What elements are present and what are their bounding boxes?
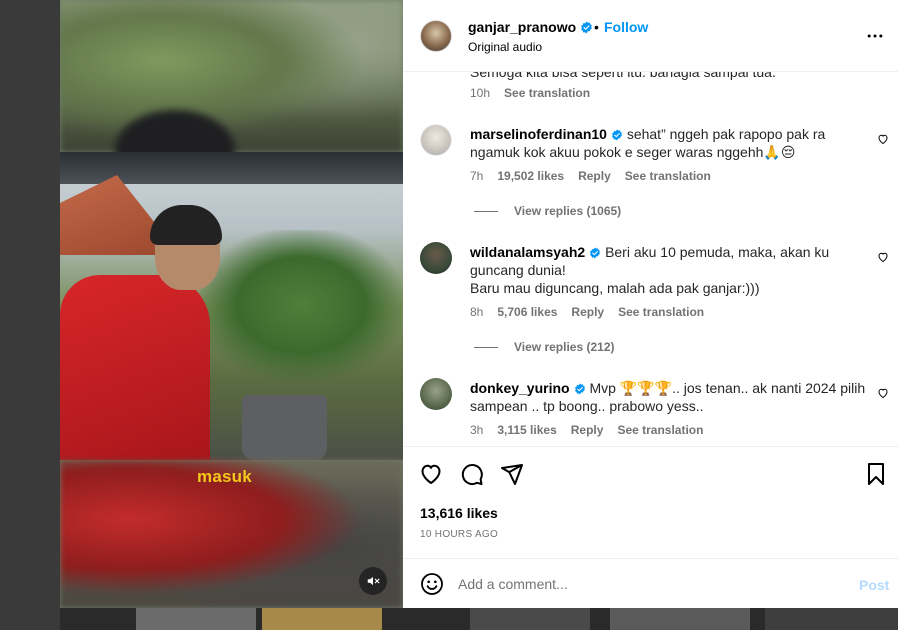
comment-username[interactable]: donkey_yurino	[470, 380, 570, 396]
comment-text: ngamuk kok akuu pokok e seger waras ngge…	[470, 144, 796, 160]
view-replies-button[interactable]: View replies (212)	[474, 340, 615, 354]
comment-time: 7h	[470, 169, 484, 183]
audio-label[interactable]: Original audio	[468, 40, 542, 54]
backdrop-thumb	[610, 608, 750, 630]
post-username-text[interactable]: ganjar_pranowo	[468, 19, 576, 35]
video-frame-top	[60, 0, 403, 152]
clipped-comment-meta: 10h See translation	[470, 86, 604, 100]
heart-icon[interactable]	[877, 251, 889, 263]
comment-body: marselinoferdinan10 sehat” nggeh pak rap…	[470, 125, 870, 161]
backdrop-thumb	[765, 608, 898, 630]
separator-dot: •	[594, 19, 599, 35]
comment-body: donkey_yurino Mvp 🏆🏆🏆.. jos tenan.. ak n…	[470, 379, 870, 415]
comment-username[interactable]: wildanalamsyah2	[470, 244, 585, 260]
comment-meta: 7h 19,502 likes Reply See translation	[470, 169, 725, 183]
post-timestamp: 10 HOURS AGO	[420, 529, 499, 540]
post-likes[interactable]: 13,616 likes	[420, 505, 498, 521]
backdrop-thumb	[470, 608, 590, 630]
comments-list[interactable]: Semoga kita bisa seperti itu. bahagia sa…	[403, 72, 898, 446]
backdrop-thumb	[262, 608, 382, 630]
backdrop-thumb	[136, 608, 256, 630]
comment-meta: 8h 5,706 likes Reply See translation	[470, 305, 718, 319]
post-header: ganjar_pranowo • Follow Original audio	[403, 0, 898, 72]
see-translation-link[interactable]: See translation	[618, 305, 704, 319]
comment-time: 3h	[470, 423, 484, 437]
replies-line	[474, 211, 498, 213]
reply-button[interactable]: Reply	[571, 305, 604, 319]
comment-composer: Post	[403, 558, 898, 608]
comment-time: 8h	[470, 305, 484, 319]
view-replies-label[interactable]: View replies (1065)	[514, 204, 621, 218]
comment-text: Baru mau diguncang, malah ada pak ganjar…	[470, 280, 760, 296]
reel-video[interactable]: masuk	[60, 0, 403, 608]
video-caption: masuk	[197, 467, 252, 486]
mute-icon	[367, 576, 380, 586]
heart-icon[interactable]	[877, 387, 889, 399]
comment-text: guncang dunia!	[470, 262, 566, 278]
see-translation-link[interactable]: See translation	[617, 423, 703, 437]
verified-badge-icon	[574, 383, 585, 395]
more-options-icon[interactable]	[865, 26, 885, 46]
video-person-jacket	[60, 275, 210, 460]
clipped-comment-text: Semoga kita bisa seperti itu. bahagia sa…	[470, 72, 776, 80]
heart-icon[interactable]	[877, 133, 889, 145]
video-pot	[242, 395, 327, 460]
post-actions: 13,616 likes 10 HOURS AGO	[403, 446, 898, 558]
emoji-icon[interactable]	[420, 572, 444, 596]
comment-username[interactable]: marselinoferdinan10	[470, 126, 607, 142]
view-replies-label[interactable]: View replies (212)	[514, 340, 615, 354]
verified-badge-icon	[581, 21, 593, 34]
comment-time: 10h	[470, 86, 491, 100]
heart-icon[interactable]	[419, 462, 443, 486]
comment-text: Mvp 🏆🏆🏆.. jos tenan.. ak nanti 2024 pili…	[589, 380, 866, 396]
bookmark-icon[interactable]	[865, 462, 887, 486]
comment-text: sampean .. tp boong.. prabowo yess..	[470, 398, 704, 414]
post-button[interactable]: Post	[859, 577, 889, 593]
backdrop-left	[0, 0, 60, 630]
reply-button[interactable]: Reply	[571, 423, 604, 437]
see-translation-link[interactable]: See translation	[504, 86, 590, 100]
comment-input[interactable]	[458, 573, 838, 595]
view-replies-button[interactable]: View replies (1065)	[474, 204, 621, 218]
reply-button[interactable]: Reply	[578, 169, 611, 183]
comment-text: Beri aku 10 pemuda, maka, akan ku	[605, 244, 830, 260]
comment-meta: 3h 3,115 likes Reply See translation	[470, 423, 717, 437]
comment-icon[interactable]	[460, 462, 484, 486]
avatar[interactable]	[420, 124, 452, 156]
verified-badge-icon	[590, 247, 601, 259]
comment-body: wildanalamsyah2 Beri aku 10 pemuda, maka…	[470, 243, 870, 297]
avatar[interactable]	[420, 378, 452, 410]
share-icon[interactable]	[500, 462, 524, 486]
comment-text: sehat” nggeh pak rapopo pak ra	[626, 126, 826, 142]
comment-likes[interactable]: 19,502 likes	[497, 169, 564, 183]
post-panel: ganjar_pranowo • Follow Original audio S…	[403, 0, 898, 608]
follow-button[interactable]: Follow	[604, 19, 648, 35]
post-username[interactable]: ganjar_pranowo	[468, 19, 593, 35]
replies-line	[474, 347, 498, 349]
see-translation-link[interactable]: See translation	[625, 169, 711, 183]
video-plants	[200, 230, 403, 380]
avatar[interactable]	[420, 20, 452, 52]
comment-likes[interactable]: 3,115 likes	[497, 423, 556, 437]
comment-likes[interactable]: 5,706 likes	[497, 305, 557, 319]
mute-button[interactable]	[359, 567, 387, 595]
avatar[interactable]	[420, 242, 452, 274]
verified-badge-icon	[611, 129, 622, 141]
